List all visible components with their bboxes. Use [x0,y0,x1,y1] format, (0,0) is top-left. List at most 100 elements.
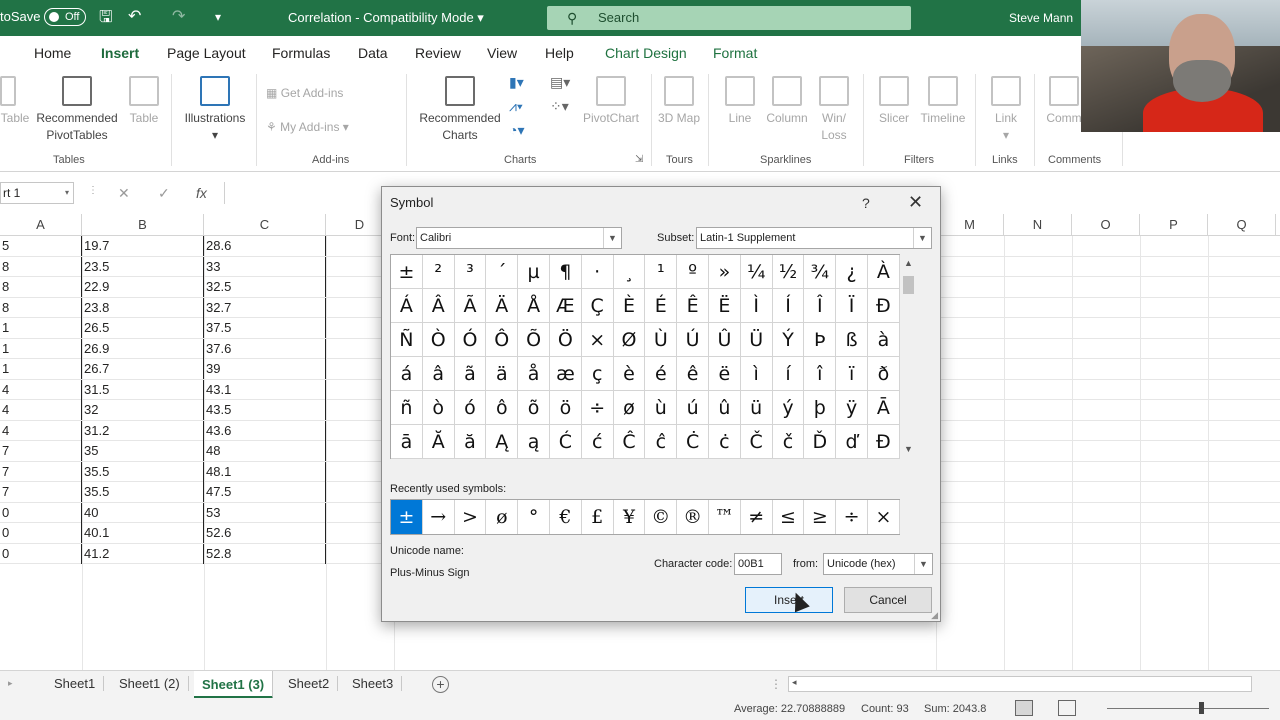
document-title[interactable]: Correlation - Compatibility Mode ▾ [288,10,484,26]
recent-symbol-cell[interactable]: ÷ [836,500,868,534]
symbol-cell[interactable]: ¶ [550,255,582,289]
symbol-cell[interactable]: × [581,323,614,357]
symbol-cell[interactable]: Ñ [391,323,423,357]
symbol-cell[interactable]: Á [391,289,423,323]
customize-toolbar-icon[interactable]: ▾ [215,10,221,24]
column-header-o[interactable]: O [1072,214,1140,236]
recent-symbol-cell[interactable]: ≥ [804,500,837,534]
symbol-cell[interactable]: ø [613,391,646,425]
add-sheet-icon[interactable]: + [432,676,449,693]
cell-a[interactable]: 7 [0,441,82,461]
cell-b[interactable]: 26.9 [82,338,204,359]
symbol-cell[interactable]: Ä [486,289,519,323]
symbol-cell[interactable]: ä [486,357,519,391]
symbol-cell[interactable]: ¼ [740,255,773,289]
symbol-cell[interactable]: ā [391,425,423,459]
symbol-cell[interactable]: ó [454,391,487,425]
symbol-cell[interactable]: à [868,323,900,357]
cell-b[interactable]: 41.2 [82,543,204,564]
cell-b[interactable]: 23.8 [82,297,204,318]
sparkline-winloss-button[interactable]: Win/ Loss [814,76,854,144]
cell-a[interactable]: 8 [0,277,82,297]
symbol-cell[interactable]: Ù [645,323,678,357]
symbol-cell[interactable]: ă [454,425,487,459]
cell-c[interactable]: 52.6 [204,523,326,543]
cell-b[interactable]: 35.5 [82,461,204,482]
symbol-cell[interactable]: ù [645,391,678,425]
symbol-cell[interactable]: Ĉ [613,425,646,459]
symbol-cell[interactable]: ¹ [645,255,678,289]
charts-dialog-launcher-icon[interactable]: ⇲ [635,154,643,165]
cell-c[interactable]: 32.7 [204,297,326,318]
cell-c[interactable]: 53 [204,502,326,523]
pivotchart-button[interactable]: PivotChart [578,76,644,127]
sheet-tab-sheet1[interactable]: Sheet1 [46,676,105,691]
symbol-cell[interactable]: ö [550,391,582,425]
symbol-cell[interactable]: Ê [677,289,709,323]
scrollbar-thumb[interactable] [903,276,914,294]
symbol-cell[interactable]: ½ [772,255,805,289]
symbol-cell[interactable]: ´ [486,255,519,289]
symbol-cell[interactable]: ² [422,255,455,289]
symbol-cell[interactable]: » [709,255,741,289]
cell-b[interactable]: 22.9 [82,277,204,297]
symbol-cell[interactable]: ì [740,357,773,391]
symbol-cell[interactable]: Ë [709,289,741,323]
cell-b[interactable]: 31.2 [82,420,204,441]
character-code-input[interactable]: 00B1 [734,553,782,575]
cell-b[interactable]: 26.5 [82,318,204,338]
recent-symbol-cell[interactable]: ± [391,500,423,534]
cell-b[interactable]: 40 [82,502,204,523]
symbol-cell[interactable]: À [868,255,900,289]
symbol-cell[interactable]: Č [740,425,773,459]
symbol-cell[interactable]: ċ [709,425,741,459]
symbol-cell[interactable]: Ð [868,289,900,323]
symbol-cell[interactable]: Õ [518,323,550,357]
cell-c[interactable]: 47.5 [204,482,326,502]
hierarchy-chart-icon[interactable]: ▤▾ [550,74,570,91]
symbol-cell[interactable]: î [804,357,837,391]
search-box[interactable]: ⚲ Search [547,6,911,30]
symbol-cell[interactable]: Ã [454,289,487,323]
cell-b[interactable]: 35 [82,441,204,461]
table-button[interactable]: Table [126,76,162,127]
cell-a[interactable]: 1 [0,359,82,379]
pivottable-button[interactable]: Table [0,76,30,127]
symbol-cell[interactable]: Þ [804,323,837,357]
font-select[interactable]: Calibri ▼ [416,227,622,249]
symbol-grid-scrollbar[interactable]: ▲ ▼ [900,254,917,459]
insert-function-icon[interactable]: fx [196,185,207,201]
symbol-cell[interactable]: Ă [422,425,455,459]
symbol-cell[interactable]: ã [454,357,487,391]
cancel-button[interactable]: Cancel [844,587,932,613]
symbol-cell[interactable]: ÿ [836,391,868,425]
cell-b[interactable]: 19.7 [82,236,204,256]
recommended-pivottables-button[interactable]: Recommended PivotTables [32,76,122,144]
recent-symbol-cell[interactable]: £ [582,500,614,534]
tab-chart-design[interactable]: Chart Design [605,45,687,61]
tab-format[interactable]: Format [713,45,757,61]
tab-review[interactable]: Review [415,45,461,61]
symbol-cell[interactable]: Ô [486,323,519,357]
cell-b[interactable]: 32 [82,400,204,420]
recent-symbol-cell[interactable]: > [455,500,487,534]
symbol-cell[interactable]: û [709,391,741,425]
cell-b[interactable]: 26.7 [82,359,204,379]
name-box-dropdown-icon[interactable]: ▾ [65,183,69,203]
tab-insert[interactable]: Insert [101,45,140,71]
symbol-cell[interactable]: ç [581,357,614,391]
cell-a[interactable]: 4 [0,379,82,400]
symbol-cell[interactable]: ï [836,357,868,391]
symbol-cell[interactable]: Ď [804,425,837,459]
symbol-cell[interactable]: ± [391,255,423,289]
symbol-cell[interactable]: ć [581,425,614,459]
symbol-cell[interactable]: Ç [581,289,614,323]
cell-b[interactable]: 40.1 [82,523,204,543]
column-chart-icon[interactable]: ▮▾ [509,74,524,91]
symbol-cell[interactable]: Ú [677,323,709,357]
cell-c[interactable]: 39 [204,359,326,379]
symbol-cell[interactable]: ý [772,391,805,425]
zoom-slider[interactable] [1107,708,1269,709]
page-layout-view-icon[interactable] [1058,700,1076,716]
symbol-cell[interactable]: Ċ [677,425,709,459]
